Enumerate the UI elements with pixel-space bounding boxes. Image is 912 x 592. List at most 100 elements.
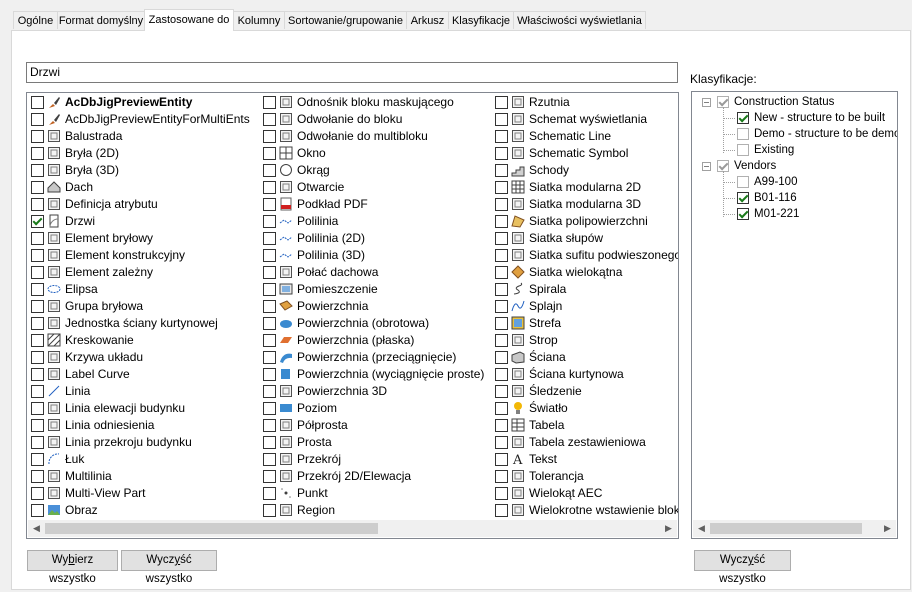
object-checkbox[interactable] — [31, 351, 44, 364]
object-item-okrag[interactable]: Okrąg — [260, 162, 492, 179]
object-checkbox[interactable] — [31, 96, 44, 109]
scroll-thumb[interactable] — [45, 523, 378, 534]
object-checkbox[interactable] — [31, 368, 44, 381]
tree-group-vendors[interactable]: Vendors — [702, 158, 897, 174]
select-all-button[interactable]: Wybierz wszystko — [27, 550, 118, 585]
object-item-bryla-3d[interactable]: Bryła (3D) — [28, 162, 258, 179]
object-item-polilinia-2d[interactable]: Polilinia (2D) — [260, 230, 492, 247]
object-item-rzutnia[interactable]: Rzutnia — [492, 94, 678, 111]
object-checkbox[interactable] — [31, 147, 44, 160]
object-checkbox[interactable] — [495, 147, 508, 160]
object-item-okno[interactable]: Okno — [260, 145, 492, 162]
collapse-icon[interactable] — [702, 162, 711, 171]
object-item-przekroj[interactable]: Przekrój — [260, 451, 492, 468]
object-checkbox[interactable] — [495, 164, 508, 177]
object-item-odwolanie-do-multibloku[interactable]: Odwołanie do multibloku — [260, 128, 492, 145]
object-item-splajn[interactable]: Splajn — [492, 298, 678, 315]
object-item-siatka-polipowierzchni[interactable]: Siatka polipowierzchni — [492, 213, 678, 230]
object-checkbox[interactable] — [263, 470, 276, 483]
tree-item-new[interactable]: New - structure to be built — [737, 110, 897, 126]
object-checkbox[interactable] — [495, 351, 508, 364]
object-item-acdbjigpreviewentityformultients[interactable]: AcDbJigPreviewEntityForMultiEnts — [28, 111, 258, 128]
object-item-siatka-modularna-3d[interactable]: Siatka modularna 3D — [492, 196, 678, 213]
tab-classifications[interactable]: Klasyfikacje — [448, 11, 514, 29]
tree-group-construction-status[interactable]: Construction Status — [702, 94, 897, 110]
object-item-polilinia[interactable]: Polilinia — [260, 213, 492, 230]
object-checkbox[interactable] — [263, 368, 276, 381]
object-item-label-curve[interactable]: Label Curve — [28, 366, 258, 383]
object-checkbox[interactable] — [495, 334, 508, 347]
object-item-definicja-atrybutu[interactable]: Definicja atrybutu — [28, 196, 258, 213]
object-checkbox[interactable] — [495, 385, 508, 398]
object-item-strefa[interactable]: Strefa — [492, 315, 678, 332]
object-checkbox[interactable] — [263, 504, 276, 517]
object-checkbox[interactable] — [263, 232, 276, 245]
object-item-acdbjigpreviewentity[interactable]: AcDbJigPreviewEntity — [28, 94, 258, 111]
object-checkbox[interactable] — [495, 232, 508, 245]
object-checkbox[interactable] — [31, 317, 44, 330]
object-checkbox[interactable] — [263, 215, 276, 228]
object-checkbox[interactable] — [263, 334, 276, 347]
tree-hscrollbar[interactable]: ◀ ▶ — [693, 520, 896, 537]
object-checkbox[interactable] — [263, 402, 276, 415]
object-checkbox[interactable] — [495, 470, 508, 483]
object-item-odwolanie-do-bloku[interactable]: Odwołanie do bloku — [260, 111, 492, 128]
object-checkbox[interactable] — [495, 215, 508, 228]
object-checkbox[interactable] — [495, 283, 508, 296]
object-checkbox[interactable] — [31, 198, 44, 211]
object-item-elipsa[interactable]: Elipsa — [28, 281, 258, 298]
object-item-multi-view-part[interactable]: Multi-View Part — [28, 485, 258, 502]
object-item-linia-elewacji-budynku[interactable]: Linia elewacji budynku — [28, 400, 258, 417]
tab-display-properties[interactable]: Właściwości wyświetlania — [513, 11, 646, 29]
object-item-powierzchnia[interactable]: Powierzchnia — [260, 298, 492, 315]
tree-checkbox[interactable] — [737, 128, 749, 140]
object-checkbox[interactable] — [495, 402, 508, 415]
object-checkbox[interactable] — [31, 402, 44, 415]
scroll-right-icon[interactable]: ▶ — [879, 520, 896, 537]
object-item-element-brylowy[interactable]: Element bryłowy — [28, 230, 258, 247]
tab-sheet[interactable]: Arkusz — [406, 11, 449, 29]
object-item-kreskowanie[interactable]: Kreskowanie — [28, 332, 258, 349]
object-item-grupa-brylowa[interactable]: Grupa bryłowa — [28, 298, 258, 315]
object-item-powierzchnia-przeciagniecie[interactable]: Powierzchnia (przeciągnięcie) — [260, 349, 492, 366]
object-type-list[interactable]: AcDbJigPreviewEntity AcDbJigPreviewEntity… — [26, 92, 679, 539]
object-checkbox[interactable] — [31, 453, 44, 466]
scroll-left-icon[interactable]: ◀ — [28, 520, 45, 537]
object-checkbox[interactable] — [263, 198, 276, 211]
object-list-hscrollbar[interactable]: ◀ ▶ — [28, 520, 677, 537]
classifications-tree[interactable]: Construction Status New - structure to b… — [691, 91, 898, 539]
clear-classifications-button[interactable]: Wyczyść wszystko — [694, 550, 791, 585]
object-checkbox[interactable] — [31, 487, 44, 500]
object-item-tabela-zestawieniowa[interactable]: Tabela zestawieniowa — [492, 434, 678, 451]
object-checkbox[interactable] — [263, 283, 276, 296]
object-checkbox[interactable] — [31, 249, 44, 262]
object-item-podklad-pdf[interactable]: Podkład PDF — [260, 196, 492, 213]
object-item-drzwi[interactable]: Drzwi — [28, 213, 258, 230]
object-checkbox[interactable] — [263, 436, 276, 449]
tree-item-demo[interactable]: Demo - structure to be demolished — [737, 126, 897, 142]
object-checkbox[interactable] — [31, 113, 44, 126]
object-item-tekst[interactable]: A Tekst — [492, 451, 678, 468]
tab-sorting-grouping[interactable]: Sortowanie/grupowanie — [284, 11, 407, 29]
object-item-powierzchnia-obrotowa[interactable]: Powierzchnia (obrotowa) — [260, 315, 492, 332]
object-checkbox[interactable] — [31, 283, 44, 296]
object-item-strop[interactable]: Strop — [492, 332, 678, 349]
object-item-powierzchnia-plaska[interactable]: Powierzchnia (płaska) — [260, 332, 492, 349]
object-item-sledzenie[interactable]: Śledzenie — [492, 383, 678, 400]
object-checkbox[interactable] — [263, 487, 276, 500]
object-checkbox[interactable] — [495, 130, 508, 143]
object-checkbox[interactable] — [263, 300, 276, 313]
object-checkbox[interactable] — [495, 487, 508, 500]
object-item-swiatlo[interactable]: Światło — [492, 400, 678, 417]
tree-item-existing[interactable]: Existing — [737, 142, 897, 158]
object-item-poziom[interactable]: Poziom — [260, 400, 492, 417]
object-item-tolerancja[interactable]: Tolerancja — [492, 468, 678, 485]
object-item-polilinia-3d[interactable]: Polilinia (3D) — [260, 247, 492, 264]
scroll-right-icon[interactable]: ▶ — [660, 520, 677, 537]
object-item-spirala[interactable]: Spirala — [492, 281, 678, 298]
object-item-jednostka-sciany-kurtynowej[interactable]: Jednostka ściany kurtynowej — [28, 315, 258, 332]
object-checkbox[interactable] — [31, 215, 44, 228]
object-item-siatka-sufitu-podwieszonego[interactable]: Siatka sufitu podwieszonego — [492, 247, 678, 264]
tree-checkbox[interactable] — [737, 144, 749, 156]
object-item-siatka-modularna-2d[interactable]: Siatka modularna 2D — [492, 179, 678, 196]
